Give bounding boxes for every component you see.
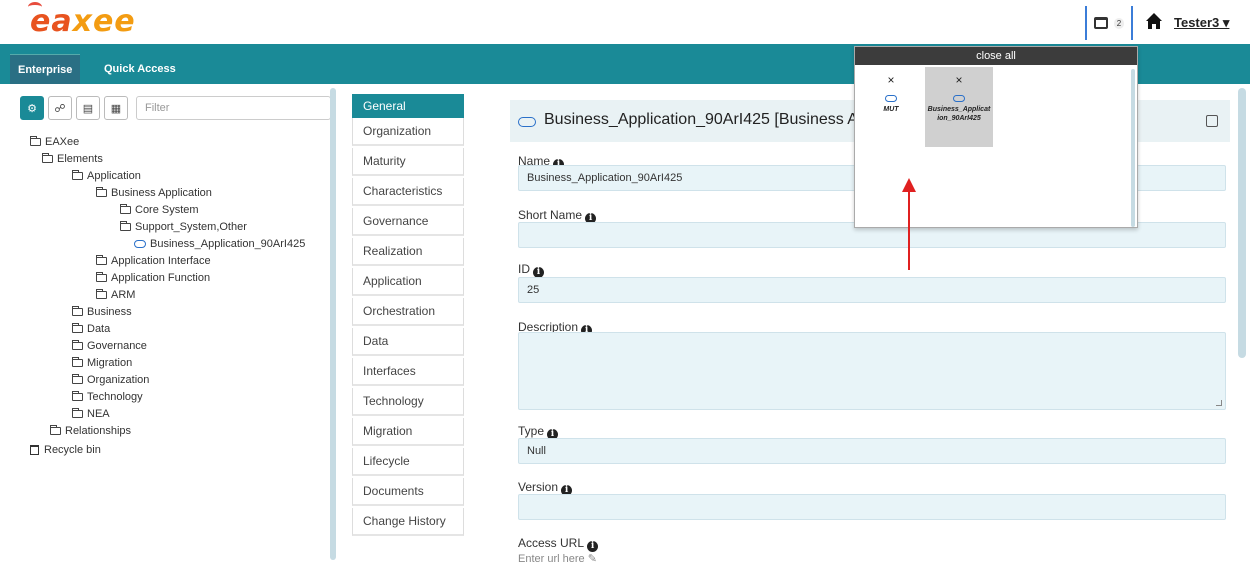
folder-icon: [96, 272, 107, 282]
menu-organization[interactable]: Organization: [352, 118, 464, 146]
close-icon[interactable]: ×: [925, 73, 993, 87]
tab-enterprise[interactable]: Enterprise: [10, 54, 81, 84]
tree-node-relationships[interactable]: Relationships: [50, 424, 131, 438]
menu-documents[interactable]: Documents: [352, 478, 464, 506]
recycle-bin-icon: [30, 445, 39, 455]
folder-icon: [72, 374, 83, 384]
folder-icon: [96, 187, 107, 197]
folder-icon: [42, 153, 53, 163]
folder-icon: [72, 170, 83, 180]
version-field[interactable]: [518, 494, 1226, 520]
tree-node-nea[interactable]: NEA: [72, 407, 110, 421]
menu-characteristics[interactable]: Characteristics: [352, 178, 464, 206]
tree-node-governance[interactable]: Governance: [72, 339, 147, 353]
menu-maturity[interactable]: Maturity: [352, 148, 464, 176]
close-all-button[interactable]: close all: [855, 47, 1137, 65]
menu-orchestration[interactable]: Orchestration: [352, 298, 464, 326]
tree-node-eaxee[interactable]: EAXee: [30, 135, 79, 149]
tree-panel-scrollbar[interactable]: [330, 88, 336, 560]
id-label: ID i: [518, 262, 544, 278]
info-icon[interactable]: i: [587, 541, 599, 552]
tree-node-technology[interactable]: Technology: [72, 390, 143, 404]
tree-node-arm[interactable]: ARM: [96, 288, 135, 302]
folder-icon: [72, 323, 83, 333]
access-url-field[interactable]: Enter url here ✎: [518, 552, 597, 565]
open-windows-button[interactable]: 2: [1085, 6, 1133, 40]
menu-general-information[interactable]: General Information: [352, 94, 464, 137]
menu-technology[interactable]: Technology: [352, 388, 464, 416]
tree-node-business[interactable]: Business: [72, 305, 132, 319]
menu-change-history[interactable]: Change History: [352, 508, 464, 536]
popup-scrollbar[interactable]: [1131, 69, 1135, 227]
folder-icon: [120, 221, 131, 231]
tree-node-business-application[interactable]: Business Application: [96, 186, 212, 200]
tree-node-application-function[interactable]: Application Function: [96, 271, 210, 285]
access-url-label: Access URL i: [518, 536, 599, 552]
menu-migration[interactable]: Migration: [352, 418, 464, 446]
folder-icon: [72, 408, 83, 418]
folder-icon: [72, 391, 83, 401]
save-icon[interactable]: [1206, 115, 1218, 127]
tree-node-migration[interactable]: Migration: [72, 356, 132, 370]
tree-toolbar: ⚙ ☍ ▤ ▦: [20, 96, 128, 120]
folder-icon: [96, 289, 107, 299]
resize-handle[interactable]: [1216, 400, 1222, 406]
description-field[interactable]: [518, 332, 1226, 410]
tree-node-recycle-bin[interactable]: Recycle bin: [30, 443, 101, 457]
tree-node-organization[interactable]: Organization: [72, 373, 149, 387]
application-icon: [518, 117, 536, 127]
menu-application[interactable]: Application: [352, 268, 464, 296]
gear-icon[interactable]: ⚙: [20, 96, 44, 120]
tree-panel: ⚙ ☍ ▤ ▦ Filter EAXee Elements Applicatio…: [12, 90, 334, 560]
window-card-business-application[interactable]: × Business_Application_90ArI425: [925, 67, 993, 147]
tree-node-support-system[interactable]: Support_System,Other: [120, 220, 247, 234]
menu-governance[interactable]: Governance: [352, 208, 464, 236]
tree-node-core-system[interactable]: Core System: [120, 203, 199, 217]
folder-icon: [30, 136, 41, 146]
application-icon: [134, 240, 146, 248]
application-icon: [885, 95, 897, 102]
relationship-icon[interactable]: ☍: [48, 96, 72, 120]
tree-node-elements[interactable]: Elements: [42, 152, 103, 166]
tree-node-business-application-90[interactable]: Business_Application_90ArI425: [134, 237, 305, 251]
folder-icon: [72, 306, 83, 316]
form-scrollbar[interactable]: [1238, 88, 1246, 358]
folder-icon: [120, 204, 131, 214]
report-icon[interactable]: ▦: [104, 96, 128, 120]
annotation-arrow-line: [908, 190, 910, 270]
filter-input[interactable]: Filter: [136, 96, 331, 120]
folder-icon: [72, 340, 83, 350]
folder-icon: [50, 425, 61, 435]
windows-count-badge: 2: [1113, 17, 1125, 29]
open-windows-popup: close all × MUT × Business_Application_9…: [854, 46, 1138, 228]
menu-lifecycle[interactable]: Lifecycle: [352, 448, 464, 476]
home-icon[interactable]: [1145, 12, 1163, 30]
tab-quick-access[interactable]: Quick Access: [96, 54, 184, 84]
menu-data[interactable]: Data: [352, 328, 464, 356]
logo[interactable]: eaxee: [30, 4, 136, 39]
form-title: Business_Application_90ArI425 [Business …: [544, 111, 883, 128]
folder-icon: [96, 255, 107, 265]
id-field[interactable]: 25: [518, 277, 1226, 303]
close-icon[interactable]: ×: [857, 73, 925, 87]
document-icon[interactable]: ▤: [76, 96, 100, 120]
top-header: eaxee 2 Tester3 ▾: [0, 0, 1250, 44]
window-card-mut[interactable]: × MUT: [857, 67, 925, 147]
tree-node-data[interactable]: Data: [72, 322, 110, 336]
section-menu: General Information Organization Maturit…: [352, 94, 464, 538]
tree-node-application-interface[interactable]: Application Interface: [96, 254, 211, 268]
window-icon: [1093, 17, 1108, 29]
menu-interfaces[interactable]: Interfaces: [352, 358, 464, 386]
type-field[interactable]: Null: [518, 438, 1226, 464]
folder-icon: [72, 357, 83, 367]
edit-icon[interactable]: ✎: [588, 553, 597, 565]
user-menu[interactable]: Tester3 ▾: [1174, 15, 1229, 31]
tree-node-application[interactable]: Application: [72, 169, 141, 183]
application-icon: [953, 95, 965, 102]
menu-realization[interactable]: Realization: [352, 238, 464, 266]
